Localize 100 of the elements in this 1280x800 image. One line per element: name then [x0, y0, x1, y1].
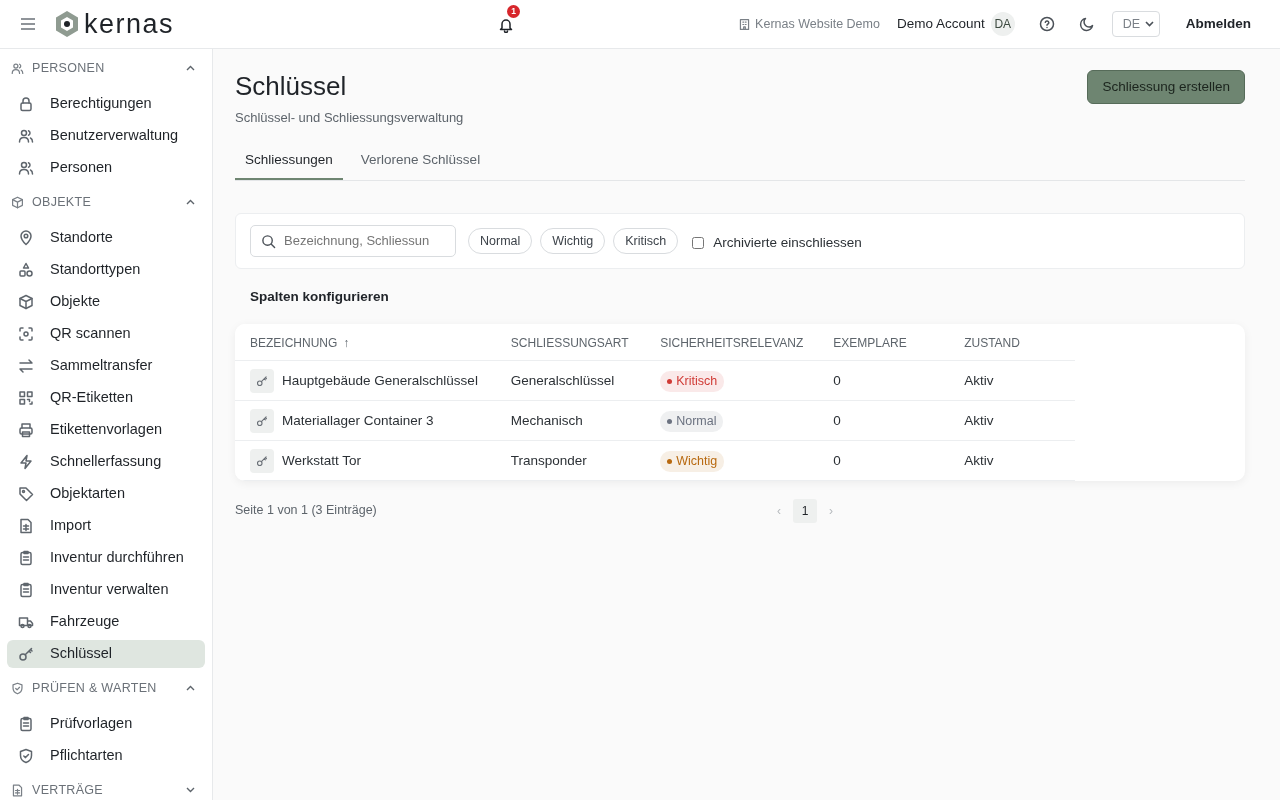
chevron-up-icon[interactable]: [186, 685, 195, 691]
section-heading[interactable]: VERTRÄGE: [32, 780, 103, 800]
filter-chip[interactable]: Wichtig: [540, 227, 606, 255]
key-icon: [250, 408, 274, 433]
language-select[interactable]: DE: [1111, 11, 1160, 37]
section-heading[interactable]: PERSONEN: [32, 58, 105, 78]
table-cell-text: Materiallager Container 3: [282, 411, 434, 430]
sidebar-item[interactable]: Personen: [7, 154, 205, 182]
column-header[interactable]: BEZEICHNUNG: [250, 336, 338, 351]
shield-check-icon: [11, 681, 24, 695]
chevron-down-icon[interactable]: [186, 787, 195, 793]
scan-icon: [18, 326, 34, 342]
table-cell: Aktiv: [964, 372, 994, 388]
sidebar-item[interactable]: Objekte: [7, 288, 205, 316]
tenant-name: Kernas Website Demo: [755, 15, 880, 33]
clipboard-icon: [18, 582, 34, 598]
search-icon: [261, 233, 276, 249]
logout-link[interactable]: Abmelden: [1185, 13, 1251, 35]
table-cell: Transponder: [510, 452, 587, 468]
printer-icon: [18, 422, 34, 438]
search-field[interactable]: Bezeichnung, Schliessun: [250, 224, 456, 257]
moon-icon[interactable]: [1078, 16, 1095, 32]
table-cell-text: Hauptgebäude Generalschlüssel: [282, 371, 478, 390]
table-cell: Aktiv: [964, 452, 994, 468]
checkbox[interactable]: [692, 236, 705, 249]
page-button[interactable]: 1: [793, 498, 817, 523]
sidebar-item[interactable]: Prüfvorlagen: [7, 710, 205, 738]
users-icon: [18, 160, 34, 176]
table-cell: 0: [833, 412, 841, 428]
notification-count: 1: [507, 4, 520, 18]
sidebar-item[interactable]: QR-Etiketten: [7, 384, 205, 412]
map-pin-icon: [18, 230, 34, 246]
table-cell: Generalschlüssel: [510, 372, 615, 388]
create-closing-button[interactable]: Schliessung erstellen: [1087, 70, 1245, 105]
document-icon: [11, 783, 24, 797]
sidebar-item[interactable]: Benutzerverwaltung: [7, 122, 205, 150]
sidebar-item[interactable]: Schlüssel: [7, 640, 205, 668]
sidebar-item[interactable]: Standorte: [7, 224, 205, 252]
sidebar-item[interactable]: Standorttypen: [7, 256, 205, 284]
hexagon-logo-icon: [54, 10, 80, 38]
users-icon: [18, 128, 34, 144]
tab[interactable]: Verlorene Schlüssel: [350, 141, 491, 180]
sidebar-item[interactable]: Pflichtarten: [7, 742, 205, 770]
status-badge: Kritisch: [660, 370, 725, 392]
column-header[interactable]: SCHLIESSUNGSART: [510, 336, 629, 351]
notification-bell-icon[interactable]: [498, 16, 514, 33]
cube-icon: [18, 294, 34, 310]
brand-name: kernas: [84, 10, 175, 38]
arrows-icon: [18, 358, 34, 374]
users-icon: [11, 61, 24, 75]
filter-chip[interactable]: Kritisch: [613, 227, 679, 255]
column-header[interactable]: ZUSTAND: [964, 336, 1020, 351]
table-cell: 0: [833, 372, 841, 388]
sidebar-item[interactable]: Objektarten: [7, 480, 205, 508]
sidebar-item[interactable]: Sammeltransfer: [7, 352, 205, 380]
sidebar-item[interactable]: QR scannen: [7, 320, 205, 348]
sidebar-item[interactable]: Fahrzeuge: [7, 608, 205, 636]
table-cell: Mechanisch: [510, 412, 583, 428]
menu-icon[interactable]: [20, 17, 36, 31]
section-heading[interactable]: PRÜFEN & WARTEN: [32, 678, 157, 698]
table-cell: 0: [833, 452, 841, 468]
sidebar-item[interactable]: Schnellerfassung: [7, 448, 205, 476]
chevron-up-icon[interactable]: [186, 65, 195, 71]
sidebar-item[interactable]: Berechtigungen: [7, 90, 205, 118]
tag-icon: [18, 486, 34, 502]
filter-chip[interactable]: Normal: [468, 227, 533, 255]
table-cell-text: Werkstatt Tor: [282, 451, 362, 470]
page-subtitle: Schlüssel- und Schliessungsverwaltung: [235, 109, 464, 128]
sidebar-item[interactable]: Etikettenvorlagen: [7, 416, 205, 444]
lock-icon: [18, 96, 34, 112]
sidebar-item[interactable]: Inventur durchführen: [7, 544, 205, 572]
section-heading[interactable]: OBJEKTE: [32, 192, 92, 212]
qr-code-icon: [18, 390, 34, 406]
sidebar-item[interactable]: Import: [7, 512, 205, 540]
key-icon: [250, 368, 274, 393]
key-icon: [250, 448, 274, 473]
document-icon: [18, 518, 34, 534]
help-icon[interactable]: [1038, 16, 1055, 32]
key-icon: [18, 646, 34, 662]
tab[interactable]: Schliessungen: [235, 141, 343, 180]
column-header[interactable]: SICHERHEITSRELEVANZ: [660, 336, 804, 351]
checkbox-label[interactable]: Archivierte einschliessen: [713, 232, 862, 254]
status-badge: Normal: [660, 410, 724, 432]
building-icon: [738, 17, 752, 31]
sort-indicator[interactable]: ↑: [343, 336, 350, 351]
page-title: Schlüssel: [235, 71, 348, 103]
shapes-icon: [18, 262, 34, 278]
truck-icon: [18, 614, 34, 630]
table-cell: Aktiv: [964, 412, 994, 428]
status-badge: Wichtig: [660, 450, 725, 472]
account-name[interactable]: Demo Account: [896, 13, 985, 35]
chevron-down-icon: [1144, 21, 1154, 27]
sidebar-item[interactable]: Inventur verwalten: [7, 576, 205, 604]
user-avatar[interactable]: DA: [990, 12, 1015, 36]
column-header[interactable]: EXEMPLARE: [833, 336, 907, 351]
pagination-summary: Seite 1 von 1 (3 Einträge): [235, 502, 377, 520]
configure-columns-link[interactable]: Spalten konfigurieren: [250, 288, 389, 304]
clipboard-icon: [18, 716, 34, 732]
cube-icon: [11, 195, 24, 209]
chevron-up-icon[interactable]: [186, 199, 195, 205]
